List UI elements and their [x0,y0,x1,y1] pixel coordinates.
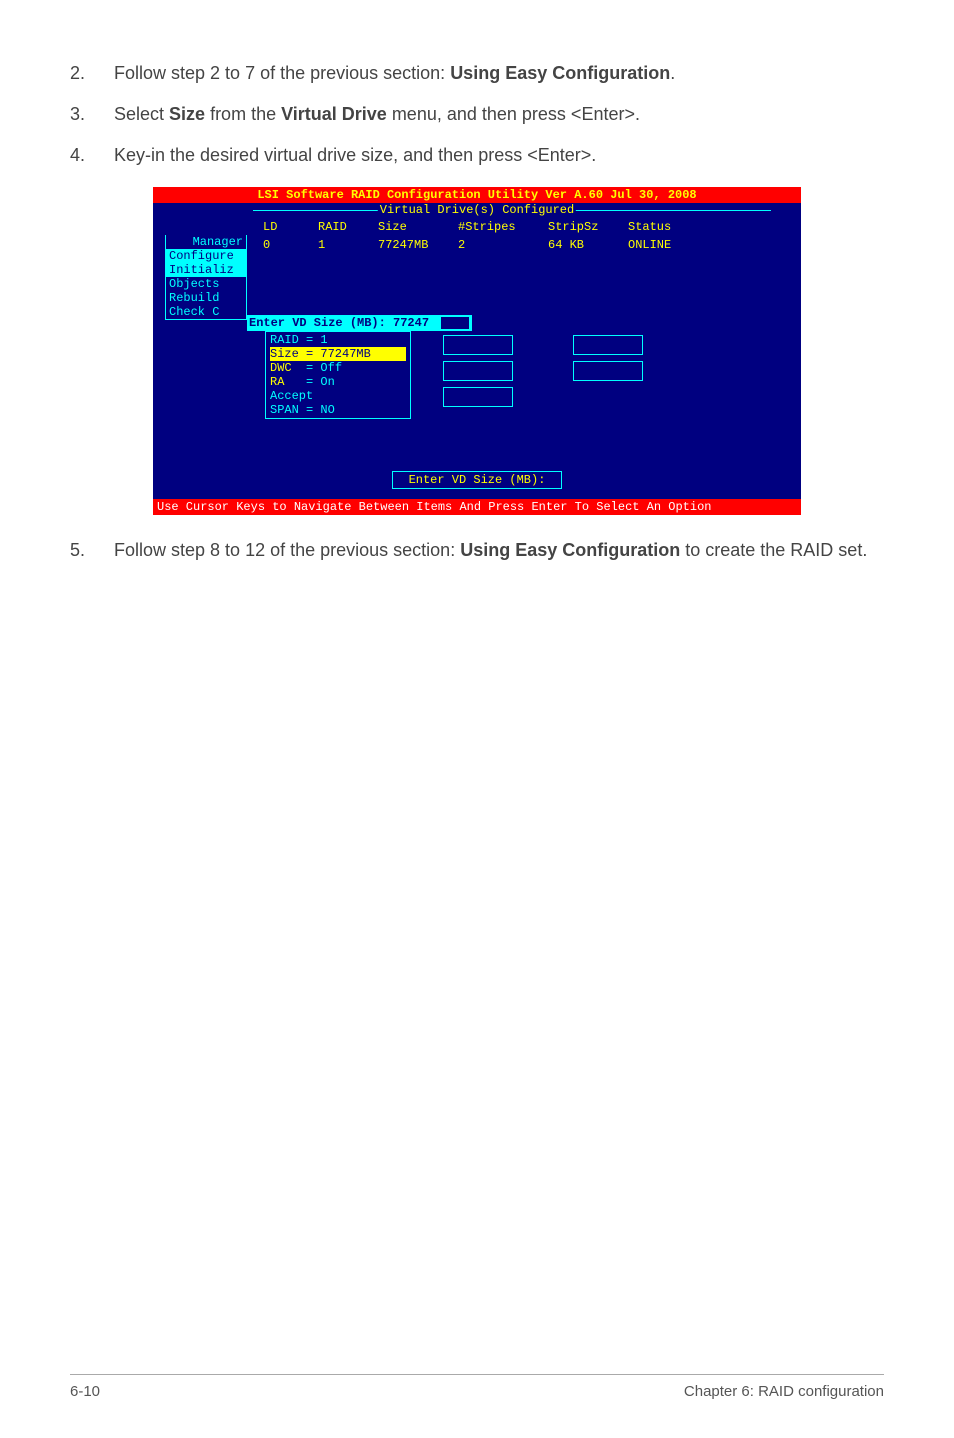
menu-item-initialize[interactable]: Initializ [166,263,246,277]
drive-bar [573,335,643,355]
col-raid: RAID [318,220,378,234]
cfg-value: = Off [292,361,342,375]
cell-stripes: 2 [458,238,548,252]
page-footer: 6-10 Chapter 6: RAID configuration [70,1374,884,1400]
bold-text: Using Easy Configuration [450,63,670,83]
text-fragment: . [670,63,675,83]
col-stripsz: StripSz [548,220,628,234]
step-num: 2. [70,60,114,87]
cell-ld: 0 [263,238,318,252]
col-ld: LD [263,220,318,234]
col-size: Size [378,220,458,234]
step-num: 5. [70,537,114,564]
text-fragment: Follow step 2 to 7 of the previous secti… [114,63,450,83]
step-text: Follow step 2 to 7 of the previous secti… [114,60,884,87]
text-fragment: menu, and then press <Enter>. [387,104,640,124]
cfg-span[interactable]: SPAN = NO [270,403,406,417]
step-4: 4. Key-in the desired virtual drive size… [70,142,884,169]
menu-item-manager[interactable]: Manager [166,235,246,249]
cfg-key: RA [270,375,284,389]
bios-title: LSI Software RAID Configuration Utility … [153,187,801,203]
input-text: Enter VD Size (MB): 77247 [249,316,429,330]
column-headers: LD RAID Size #Stripes StripSz Status [153,218,801,236]
cell-size: 77247MB [378,238,458,252]
menu-item-check-consistency[interactable]: Check C [166,305,246,319]
menu-item-rebuild[interactable]: Rebuild [166,291,246,305]
cfg-raid[interactable]: RAID = 1 [270,333,406,347]
vd-config-box: RAID = 1 Size = 77247MB DWC = Off RA = O… [265,331,411,419]
cfg-size[interactable]: Size = 77247MB [270,347,406,361]
drive-bar [443,361,513,381]
cfg-key: DWC [270,361,292,375]
enter-vd-size-input[interactable]: Enter VD Size (MB): 77247 [247,315,472,331]
drive-bars [443,335,643,413]
step-num: 4. [70,142,114,169]
cfg-dwc[interactable]: DWC = Off [270,361,406,375]
vd-header-text: Virtual Drive(s) Configured [378,203,576,217]
bios-help-footer: Use Cursor Keys to Navigate Between Item… [153,499,801,515]
step-num: 3. [70,101,114,128]
cell-raid: 1 [318,238,378,252]
cfg-ra[interactable]: RA = On [270,375,406,389]
drive-bar [443,335,513,355]
step-3: 3. Select Size from the Virtual Drive me… [70,101,884,128]
cfg-value: RAID = 1 [270,333,328,347]
cfg-accept[interactable]: Accept [270,389,406,403]
page-number: 6-10 [70,1383,100,1400]
cell-stripsz: 64 KB [548,238,628,252]
step-5: 5. Follow step 8 to 12 of the previous s… [70,537,884,564]
text-fragment: to create the RAID set. [680,540,867,560]
management-menu: Manager Configure Initializ Objects Rebu… [165,235,247,320]
step-text: Key-in the desired virtual drive size, a… [114,142,884,169]
menu-item-configure[interactable]: Configure [166,249,246,263]
text-cursor [441,317,469,329]
drive-bar [573,361,643,381]
chapter-label: Chapter 6: RAID configuration [684,1383,884,1400]
col-stripes: #Stripes [458,220,548,234]
text-fragment: from the [205,104,281,124]
drive-bar [443,387,513,407]
vd-configured-header: Virtual Drive(s) Configured [153,203,801,218]
bold-text: Virtual Drive [281,104,387,124]
cfg-value: SPAN = NO [270,403,335,417]
bold-text: Size [169,104,205,124]
cfg-value: = On [284,375,334,389]
text-fragment: Follow step 8 to 12 of the previous sect… [114,540,460,560]
cell-status: ONLINE [628,238,708,252]
data-row: 0 1 77247MB 2 64 KB ONLINE [153,236,801,254]
cfg-value: Accept [270,389,313,403]
step-2: 2. Follow step 2 to 7 of the previous se… [70,60,884,87]
step-text: Select Size from the Virtual Drive menu,… [114,101,884,128]
step-text: Follow step 8 to 12 of the previous sect… [114,537,884,564]
menu-item-objects[interactable]: Objects [166,277,246,291]
enter-vd-size-label: Enter VD Size (MB): [392,471,562,489]
bold-text: Using Easy Configuration [460,540,680,560]
cfg-value: Size = 77247MB [270,347,371,361]
text-fragment: Select [114,104,169,124]
col-status: Status [628,220,708,234]
bios-screenshot: LSI Software RAID Configuration Utility … [153,187,801,515]
